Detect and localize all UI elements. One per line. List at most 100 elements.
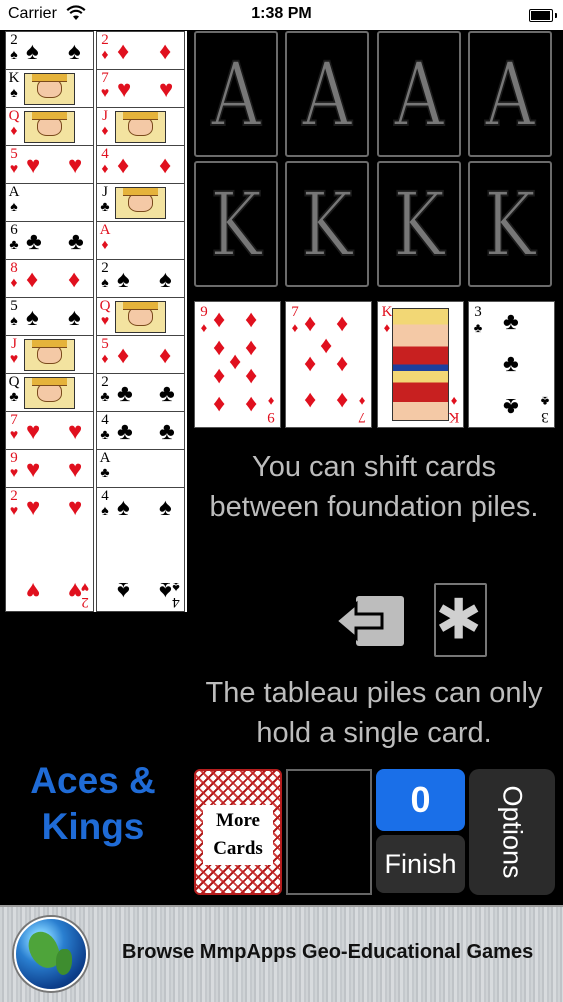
suit-pip: ♦ xyxy=(117,38,130,65)
card-index: Q ♥ xyxy=(99,299,111,330)
card-suit: ♣ xyxy=(100,428,110,443)
tableau-card[interactable]: 7 ♥ ♥ ♥ xyxy=(96,69,185,109)
tableau-card[interactable]: 7 ♥ ♥ ♥ xyxy=(5,411,94,451)
card-index-bottom: 9 ♦ xyxy=(265,394,277,425)
card-index: K ♠ xyxy=(8,71,20,102)
tableau-column-2[interactable]: 2 ♦ ♦ ♦ 7 ♥ ♥ ♥ J ♦ 4 ♦ ♦ ♦ J ♣ A ♦ 2 ♠ ♠ ♠ Q ♥ 5 ♦ ♦ ♦ 2 ♣ ♣ ♣ 4 ♣ ♣ ♣ A ♣ 4 ♠… xyxy=(96,31,187,612)
tableau-card[interactable]: 5 ♦ ♦ ♦ xyxy=(96,335,185,375)
tableau-card[interactable]: J ♣ xyxy=(96,183,185,223)
reserve-card[interactable]: ♦ ♦ ♦ ♦ ♦ ♦ ♦ 7 ♦ 7 ♦ xyxy=(285,301,372,428)
tableau-card[interactable]: J ♦ xyxy=(96,107,185,147)
face-card-art xyxy=(392,308,449,421)
tableau-card[interactable]: Q ♥ xyxy=(96,297,185,337)
card-suit: ♠ xyxy=(10,200,18,215)
shift-left-icon[interactable] xyxy=(334,594,406,648)
card-index: 2 ♣ xyxy=(99,375,111,406)
card-rank: 5 xyxy=(10,146,18,162)
tableau-card[interactable]: 6 ♣ ♣ ♣ xyxy=(5,221,94,261)
tableau-card[interactable]: J ♥ xyxy=(5,335,94,375)
face-card-art xyxy=(24,339,75,371)
card-suit: ♦ xyxy=(101,48,109,63)
tableau-card[interactable]: 2 ♥ ♥ ♥ ♥ ♥ 2 ♥ xyxy=(5,487,94,612)
suit-pip: ♦ xyxy=(117,152,130,179)
waste-pile[interactable] xyxy=(286,769,372,895)
card-rank: 5 xyxy=(101,336,109,352)
foundation-king-3[interactable]: K xyxy=(377,161,461,287)
stock-pile-more-cards[interactable]: More Cards xyxy=(194,769,282,895)
tableau-card[interactable]: K ♠ xyxy=(5,69,94,109)
game-title-line-2: Kings xyxy=(41,806,145,847)
card-rank: K xyxy=(381,304,393,320)
options-button[interactable]: Options xyxy=(469,769,555,895)
foundation-letter: A xyxy=(484,42,535,147)
foundation-letter: A xyxy=(393,42,444,147)
suit-pip: ♠ xyxy=(68,38,81,65)
reserve-card[interactable]: K ♦ K ♦ xyxy=(377,301,464,428)
foundation-ace-1[interactable]: A xyxy=(194,31,278,157)
suit-pip: ♥ xyxy=(26,494,41,521)
reserve-card[interactable]: ♣ ♣ ♣ 3 ♣ 3 ♣ xyxy=(468,301,555,428)
tableau-card[interactable]: A ♠ xyxy=(5,183,94,223)
card-index-bottom: 7 ♦ xyxy=(356,394,368,425)
ad-banner[interactable]: Browse MmpApps Geo-Educational Games xyxy=(0,905,563,1002)
suit-pip: ♦ xyxy=(245,391,258,418)
suit-pip: ♦ xyxy=(320,332,333,359)
card-index: 9 ♦ xyxy=(198,305,210,336)
card-index: 4 ♣ xyxy=(99,413,111,444)
suit-pip: ♣ xyxy=(117,380,133,407)
card-rank: J xyxy=(11,336,17,352)
tableau-card[interactable]: Q ♣ xyxy=(5,373,94,413)
card-index: 6 ♣ xyxy=(8,223,20,254)
tableau-card[interactable]: 4 ♦ ♦ ♦ xyxy=(96,145,185,185)
foundation-king-4[interactable]: K xyxy=(468,161,552,287)
battery-icon xyxy=(529,9,557,22)
hint-message-1: You can shift cards between foundation p… xyxy=(209,451,539,523)
suit-pip: ♥ xyxy=(26,152,41,179)
card-suit: ♥ xyxy=(9,162,19,177)
reserve-card[interactable]: ♦ ♦ ♦ ♦ ♦ ♦ ♦ ♦ ♦ 9 ♦ 9 ♦ xyxy=(194,301,281,428)
tableau-card[interactable]: 2 ♦ ♦ ♦ xyxy=(96,31,185,71)
card-index-bottom: 2 ♥ xyxy=(80,579,90,610)
tableau-card[interactable]: 2 ♠ ♠ ♠ xyxy=(96,259,185,299)
foundation-king-2[interactable]: K xyxy=(285,161,369,287)
foundation-king-1[interactable]: K xyxy=(194,161,278,287)
tableau-card[interactable]: 4 ♠ ♠ ♠ ♠ ♠ 4 ♠ xyxy=(96,487,185,612)
card-index: 2 ♥ xyxy=(8,489,20,520)
stock-label: More Cards xyxy=(203,805,273,865)
card-rank: 2 xyxy=(101,260,109,276)
finish-button[interactable]: Finish xyxy=(376,835,465,893)
card-suit: ♥ xyxy=(9,466,19,481)
card-suit: ♠ xyxy=(101,276,109,291)
tableau-card[interactable]: 2 ♣ ♣ ♣ xyxy=(96,373,185,413)
suit-pip: ♦ xyxy=(304,350,317,377)
clock: 1:38 PM xyxy=(251,5,312,22)
card-index: 5 ♦ xyxy=(99,336,111,368)
foundation-letter: A xyxy=(210,42,261,147)
suit-pip: ♦ xyxy=(245,306,258,333)
tableau-card[interactable]: Q ♦ xyxy=(5,107,94,147)
tableau-card[interactable]: 5 ♥ ♥ ♥ xyxy=(5,145,94,185)
tableau-card[interactable]: 4 ♣ ♣ ♣ xyxy=(96,411,185,451)
card-index: 7 ♥ xyxy=(99,70,111,102)
tableau-card[interactable]: A ♦ xyxy=(96,221,185,261)
foundation-ace-3[interactable]: A xyxy=(377,31,461,157)
card-index: 7 ♥ xyxy=(8,413,20,444)
tableau-card[interactable]: 8 ♦ ♦ ♦ xyxy=(5,259,94,299)
card-suit: ♠ xyxy=(10,86,18,101)
suit-pip: ♥ xyxy=(26,577,41,604)
card-suit: ♦ xyxy=(383,320,391,335)
card-suit: ♦ xyxy=(10,276,18,291)
foundation-ace-2[interactable]: A xyxy=(285,31,369,157)
card-rank: J xyxy=(102,184,108,200)
card-rank: 7 xyxy=(101,70,109,86)
tableau-card[interactable]: 9 ♥ ♥ ♥ xyxy=(5,449,94,489)
foundation-ace-4[interactable]: A xyxy=(468,31,552,157)
tableau-card[interactable]: 2 ♠ ♠ ♠ xyxy=(5,31,94,71)
card-suit: ♠ xyxy=(101,504,109,519)
suit-pip: ♥ xyxy=(159,76,174,103)
tableau-card[interactable]: A ♣ xyxy=(96,449,185,489)
card-suit: ♣ xyxy=(473,320,483,335)
tableau-column-1[interactable]: 2 ♠ ♠ ♠ K ♠ Q ♦ 5 ♥ ♥ ♥ A ♠ 6 ♣ ♣ ♣ 8 ♦ ♦ ♦ 5 ♠ ♠ ♠ J ♥ Q ♣ 7 ♥ ♥ ♥ 9 ♥ ♥ ♥ 2 ♥… xyxy=(5,31,96,612)
asterisk-icon[interactable] xyxy=(434,583,487,657)
tableau-card[interactable]: 5 ♠ ♠ ♠ xyxy=(5,297,94,337)
